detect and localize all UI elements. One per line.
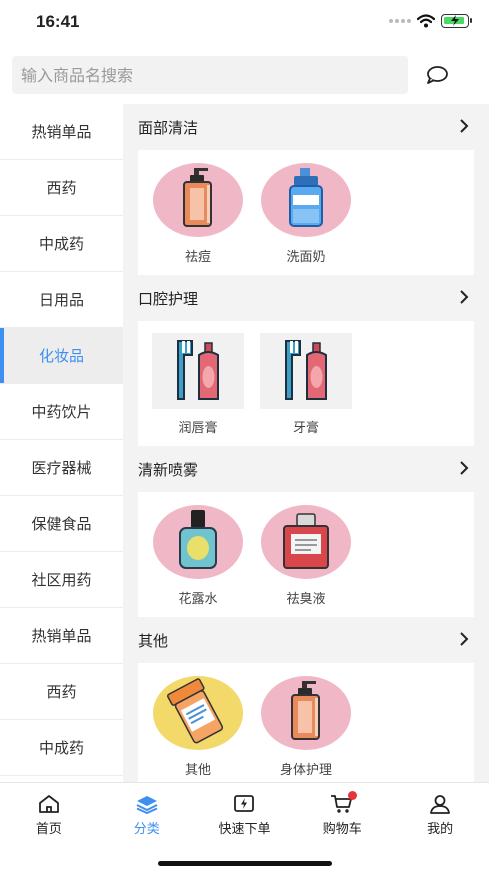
tab-label: 我的 — [427, 822, 454, 837]
section-title: 面部清洁 — [138, 118, 199, 137]
chevron-right-icon — [460, 461, 469, 475]
chevron-right-icon — [460, 290, 469, 304]
blue-bottle-icon — [260, 162, 352, 238]
sidebar-item-hot-2[interactable]: 热销单品 — [0, 608, 123, 664]
product-card: 其他 身体护理 — [138, 663, 474, 782]
category-content: 面部清洁 祛痘 洗面奶 口腔护理 润唇膏 牙膏 清新喷雾 花露水 祛臭液 其他 … — [123, 104, 489, 782]
product-item[interactable]: 祛痘 — [152, 162, 244, 265]
sidebar-item-label: 保健食品 — [31, 515, 92, 533]
product-item[interactable]: 祛臭液 — [260, 504, 352, 607]
bottom-tab-bar: 首页 分类 快速下单 购物车 我的 — [0, 782, 489, 842]
lightning-icon — [232, 793, 256, 815]
tab-label: 分类 — [133, 822, 160, 837]
section-header[interactable]: 其他 — [123, 617, 489, 663]
sidebar-item-chinese-patent-medicine[interactable]: 中成药 — [0, 216, 123, 272]
sidebar-item-label: 医疗器械 — [31, 459, 92, 477]
product-card: 花露水 祛臭液 — [138, 492, 474, 617]
sidebar-item-label: 热销单品 — [31, 627, 92, 645]
sidebar-item-label: 中药饮片 — [31, 403, 92, 421]
product-item[interactable]: 其他 — [152, 675, 244, 778]
section-title: 清新喷雾 — [138, 460, 199, 479]
toothbrush-toothpaste-icon — [260, 333, 352, 409]
product-name: 花露水 — [178, 592, 218, 607]
perfume-bottle-icon — [152, 504, 244, 580]
product-name: 身体护理 — [279, 763, 332, 778]
section-title: 其他 — [138, 631, 169, 650]
tab-label: 首页 — [35, 822, 62, 837]
product-name: 润唇膏 — [178, 421, 218, 436]
home-indicator[interactable] — [158, 861, 332, 866]
layers-icon — [135, 793, 159, 815]
tab-label: 购物车 — [322, 822, 362, 837]
user-icon — [428, 793, 452, 815]
product-item[interactable]: 牙膏 — [260, 333, 352, 436]
pill-bottle-icon — [152, 675, 244, 751]
toothbrush-toothpaste-icon — [152, 333, 244, 409]
cart-badge-dot — [348, 791, 358, 800]
home-indicator-area — [0, 842, 489, 875]
section-header[interactable]: 清新喷雾 — [123, 446, 489, 492]
red-bottle-icon — [260, 504, 352, 580]
status-icons — [389, 14, 472, 28]
sidebar-item-label: 化妆品 — [38, 347, 84, 365]
section-title: 口腔护理 — [138, 289, 199, 308]
sidebar-item-health-food[interactable]: 保健食品 — [0, 496, 123, 552]
tab-category[interactable]: 分类 — [98, 783, 196, 842]
chevron-right-icon — [460, 119, 469, 133]
battery-icon — [441, 14, 472, 28]
signal-icon — [389, 19, 411, 23]
product-card: 祛痘 洗面奶 — [138, 150, 474, 275]
section-header[interactable]: 面部清洁 — [123, 104, 489, 150]
product-item[interactable]: 花露水 — [152, 504, 244, 607]
pump-bottle-icon — [152, 162, 244, 238]
status-bar: 16:41 — [0, 0, 489, 46]
tab-cart[interactable]: 购物车 — [293, 783, 391, 842]
section-header[interactable]: 口腔护理 — [123, 275, 489, 321]
sidebar-item-daily-goods[interactable]: 日用品 — [0, 272, 123, 328]
pump-bottle-icon — [260, 675, 352, 751]
product-card: 润唇膏 牙膏 — [138, 321, 474, 446]
product-name: 其他 — [184, 763, 211, 778]
sidebar-item-label: 日用品 — [38, 291, 84, 309]
wifi-icon — [417, 14, 435, 28]
product-item[interactable]: 润唇膏 — [152, 333, 244, 436]
tab-home[interactable]: 首页 — [0, 783, 98, 842]
search-input[interactable] — [12, 56, 408, 94]
tab-quick-order[interactable]: 快速下单 — [196, 783, 294, 842]
chat-bubble-icon — [427, 66, 448, 84]
sidebar-item-western-medicine-2[interactable]: 西药 — [0, 664, 123, 720]
tab-mine[interactable]: 我的 — [391, 783, 489, 842]
product-name: 祛臭液 — [286, 592, 326, 607]
sidebar-item-herbal-pieces[interactable]: 中药饮片 — [0, 384, 123, 440]
sidebar-item-label: 热销单品 — [31, 123, 92, 141]
sidebar-item-label: 中成药 — [38, 739, 84, 757]
sidebar-item-label: 西药 — [46, 683, 77, 701]
sidebar-item-hot[interactable]: 热销单品 — [0, 104, 123, 160]
chevron-right-icon — [460, 632, 469, 646]
product-item[interactable]: 洗面奶 — [260, 162, 352, 265]
product-name: 洗面奶 — [286, 250, 326, 265]
sidebar-item-cosmetics[interactable]: 化妆品 — [0, 328, 123, 384]
sidebar-item-label: 西药 — [46, 179, 77, 197]
product-name: 祛痘 — [184, 250, 211, 265]
search-header — [0, 46, 489, 104]
sidebar-item-medical-devices[interactable]: 医疗器械 — [0, 440, 123, 496]
status-time: 16:41 — [36, 12, 80, 31]
category-sidebar: 热销单品 西药 中成药 日用品 化妆品 中药饮片 医疗器械 保健食品 社区用药 … — [0, 104, 123, 782]
tab-label: 快速下单 — [218, 822, 271, 837]
sidebar-item-chinese-patent-medicine-2[interactable]: 中成药 — [0, 720, 123, 776]
message-button[interactable] — [422, 60, 452, 90]
sidebar-item-label: 中成药 — [38, 235, 84, 253]
sidebar-item-community-medicine[interactable]: 社区用药 — [0, 552, 123, 608]
sidebar-item-western-medicine[interactable]: 西药 — [0, 160, 123, 216]
home-icon — [37, 793, 61, 815]
product-name: 牙膏 — [292, 421, 319, 436]
sidebar-item-label: 社区用药 — [31, 571, 92, 589]
product-item[interactable]: 身体护理 — [260, 675, 352, 778]
